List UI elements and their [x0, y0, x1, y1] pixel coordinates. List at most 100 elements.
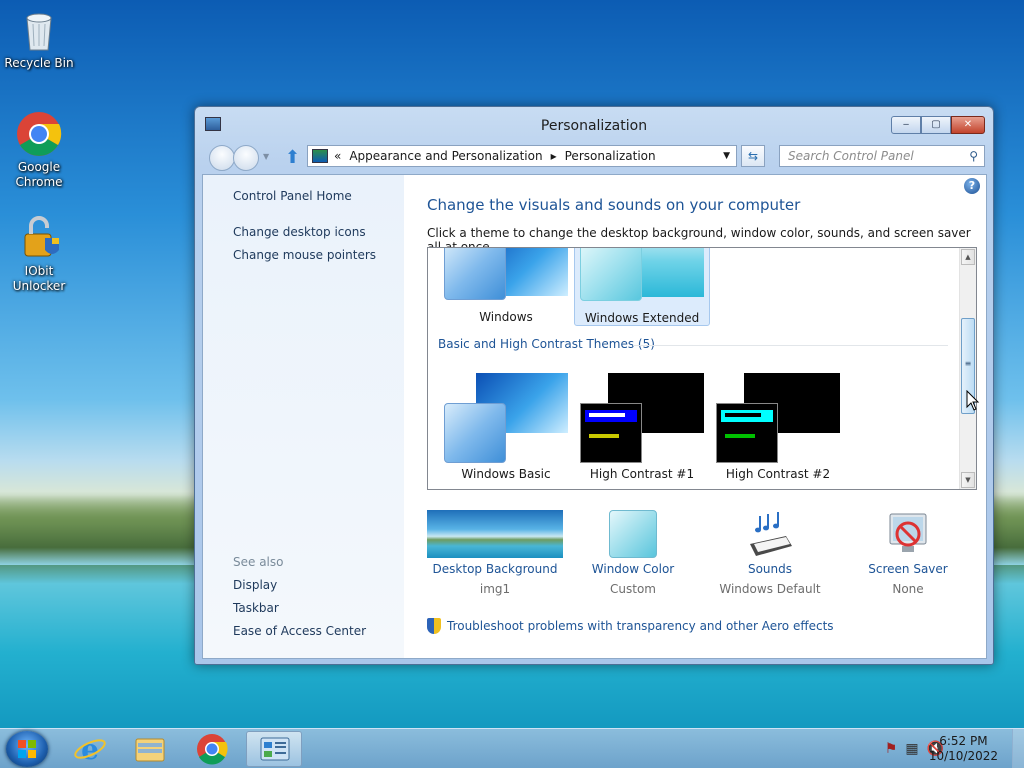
desktop-background-setting[interactable]: Desktop Background img1 — [427, 510, 563, 596]
recent-pages-chevron-down-icon[interactable]: ▼ — [263, 152, 269, 161]
desktop-icon-label: IObit Unlocker — [12, 264, 66, 293]
theme-preview — [716, 373, 840, 463]
theme-list: Windows Windows Extended Basic and High … — [427, 247, 977, 490]
screen-saver-icon — [884, 510, 932, 558]
start-button[interactable] — [6, 731, 48, 767]
internet-explorer-icon: e — [74, 733, 106, 766]
theme-windows-basic[interactable]: Windows Basic — [438, 373, 574, 485]
scroll-down-arrow-icon[interactable]: ▼ — [961, 472, 975, 488]
ease-of-access-center-link[interactable]: Ease of Access Center — [233, 624, 366, 638]
network-icon[interactable]: ▦ — [905, 741, 918, 757]
taskbar: e ⚑ ▦ 🔇 6:52 PM 10/10/2022 — [0, 728, 1024, 768]
window-color-setting[interactable]: Window Color Custom — [563, 510, 703, 596]
desktop-icon-iobit-unlocker[interactable]: IObit Unlocker — [0, 214, 78, 294]
change-mouse-pointers-link[interactable]: Change mouse pointers — [233, 248, 376, 262]
setting-value: img1 — [479, 582, 511, 596]
taskbar-file-explorer[interactable] — [122, 731, 178, 767]
change-desktop-icons-link[interactable]: Change desktop icons — [233, 225, 366, 239]
settings-row: Desktop Background img1 Window Color Cus… — [427, 510, 987, 610]
back-button[interactable] — [209, 145, 235, 171]
close-button[interactable]: ✕ — [951, 116, 985, 134]
theme-preview — [580, 373, 704, 463]
control-panel-icon — [260, 737, 290, 761]
file-explorer-icon — [135, 738, 165, 762]
taskbar-link[interactable]: Taskbar — [233, 601, 279, 615]
taskbar-internet-explorer[interactable]: e — [62, 731, 118, 767]
address-bar[interactable]: « Appearance and Personalization ▸ Perso… — [307, 145, 737, 167]
window-controls: ‒ ▢ ✕ — [891, 116, 985, 134]
main-pane: ? Change the visuals and sounds on your … — [404, 175, 986, 658]
theme-label: Windows Extended — [584, 311, 700, 325]
control-panel-home-link[interactable]: Control Panel Home — [233, 189, 352, 203]
theme-label: Windows Basic — [461, 467, 551, 481]
windows-logo-icon — [18, 740, 36, 758]
window-color-icon — [609, 510, 657, 558]
setting-value: Custom — [610, 582, 656, 596]
theme-preview — [444, 248, 568, 300]
refresh-icon: ⇆ — [747, 149, 759, 163]
window-title: Personalization — [540, 118, 648, 134]
system-clock[interactable]: 6:52 PM 10/10/2022 — [929, 734, 998, 764]
search-icon[interactable]: ⚲ — [969, 146, 978, 166]
breadcrumb-overflow[interactable]: « — [334, 149, 341, 163]
forward-button[interactable] — [233, 145, 259, 171]
clock-date: 10/10/2022 — [928, 749, 998, 763]
setting-value: Windows Default — [719, 582, 821, 596]
basic-themes-group-label: Basic and High Contrast Themes (5) — [438, 337, 655, 351]
chrome-icon — [197, 734, 228, 765]
show-desktop-button[interactable] — [1012, 729, 1024, 768]
display-link[interactable]: Display — [233, 578, 277, 592]
see-also-label: See also — [233, 555, 284, 569]
theme-windows[interactable]: Windows — [438, 248, 574, 326]
content-area: Control Panel Home Change desktop icons … — [202, 174, 987, 659]
desktop-background-icon — [427, 510, 563, 558]
theme-label: High Contrast #2 — [725, 467, 831, 481]
navigation-bar: ▼ ⬆ « Appearance and Personalization ▸ P… — [203, 143, 987, 171]
theme-list-scrollbar[interactable]: ▲ ≡ ▼ — [959, 248, 976, 489]
troubleshoot-label: Troubleshoot problems with transparency … — [447, 619, 834, 633]
search-input[interactable]: Search Control Panel ⚲ — [779, 145, 985, 167]
chrome-icon — [15, 110, 63, 158]
sounds-setting[interactable]: Sounds Windows Default — [700, 510, 840, 596]
iobit-unlocker-icon — [15, 214, 63, 262]
theme-high-contrast-1[interactable]: High Contrast #1 — [574, 373, 710, 485]
refresh-button[interactable]: ⇆ — [741, 145, 765, 167]
desktop-icon-recycle-bin[interactable]: Recycle Bin — [0, 6, 78, 71]
search-placeholder: Search Control Panel — [788, 149, 914, 163]
theme-high-contrast-2[interactable]: High Contrast #2 — [710, 373, 846, 485]
left-pane: Control Panel Home Change desktop icons … — [203, 175, 404, 658]
control-panel-icon — [312, 149, 328, 163]
mouse-cursor-icon — [966, 389, 980, 415]
desktop-icon-google-chrome[interactable]: Google Chrome — [0, 110, 78, 190]
title-bar[interactable]: Personalization ‒ ▢ ✕ — [195, 107, 993, 143]
breadcrumb-appearance-and-personalization[interactable]: Appearance and Personalization — [349, 149, 542, 163]
shield-icon — [427, 618, 441, 634]
taskbar-control-panel[interactable] — [246, 731, 302, 767]
help-icon[interactable]: ? — [964, 178, 980, 194]
setting-label: Desktop Background — [432, 562, 558, 576]
theme-preview — [444, 373, 568, 463]
minimize-button[interactable]: ‒ — [891, 116, 921, 134]
screen-saver-setting[interactable]: Screen Saver None — [838, 510, 978, 596]
theme-label: High Contrast #1 — [589, 467, 695, 481]
breadcrumb-personalization[interactable]: Personalization — [565, 149, 656, 163]
up-arrow-icon[interactable]: ⬆ — [285, 147, 300, 168]
theme-label: Windows — [479, 310, 533, 324]
page-heading: Change the visuals and sounds on your co… — [427, 196, 801, 214]
taskbar-google-chrome[interactable] — [184, 731, 240, 767]
action-center-flag-icon[interactable]: ⚑ — [885, 741, 898, 757]
troubleshoot-aero-link[interactable]: Troubleshoot problems with transparency … — [427, 618, 834, 634]
theme-preview — [580, 248, 704, 301]
address-dropdown-chevron-down-icon[interactable]: ▼ — [723, 151, 730, 161]
setting-value: None — [892, 582, 924, 596]
theme-windows-extended[interactable]: Windows Extended — [574, 248, 710, 326]
scroll-up-arrow-icon[interactable]: ▲ — [961, 249, 975, 265]
desktop-icon-label: Google Chrome — [15, 160, 63, 189]
breadcrumb-separator-icon[interactable]: ▸ — [551, 149, 557, 163]
setting-label: Window Color — [591, 562, 675, 576]
maximize-button[interactable]: ▢ — [921, 116, 951, 134]
setting-label: Screen Saver — [868, 562, 948, 576]
clock-time: 6:52 PM — [939, 734, 988, 748]
desktop-icon-label: Recycle Bin — [4, 56, 74, 70]
setting-label: Sounds — [747, 562, 793, 576]
